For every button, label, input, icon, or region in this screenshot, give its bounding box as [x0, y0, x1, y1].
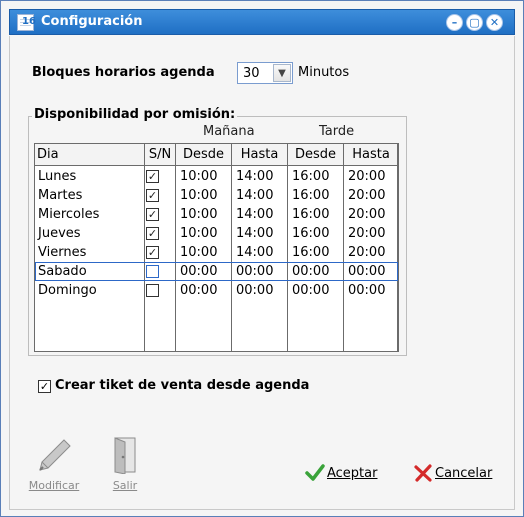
calendar-icon: 16: [17, 14, 36, 31]
dia-cell[interactable]: Miercoles: [38, 205, 99, 224]
minimize-icon[interactable]: –: [446, 14, 463, 31]
close-icon[interactable]: ✕: [486, 14, 503, 31]
bloques-value: 30: [243, 66, 260, 81]
red-x-icon: [414, 464, 432, 482]
door-icon: [114, 437, 136, 474]
tarde-hasta-cell[interactable]: 20:00: [344, 243, 398, 262]
manana-hasta-cell[interactable]: 00:00: [232, 262, 287, 281]
manana-desde-cell[interactable]: 10:00: [176, 205, 231, 224]
manana-hasta-cell[interactable]: 14:00: [232, 224, 287, 243]
sn-checkbox[interactable]: [146, 265, 159, 278]
pen-icon: [39, 439, 71, 471]
manana-desde-cell[interactable]: 10:00: [176, 186, 231, 205]
table-row[interactable]: Lunes ✓ 10:00 14:00 16:00 20:00: [35, 167, 398, 186]
modificar-button[interactable]: Modificar: [28, 436, 80, 496]
manana-hasta-cell[interactable]: 14:00: [232, 186, 287, 205]
manana-desde-cell[interactable]: 10:00: [176, 224, 231, 243]
tarde-hasta-cell[interactable]: 00:00: [344, 281, 398, 300]
chevron-down-icon[interactable]: ▼: [273, 64, 291, 82]
tarde-desde-cell[interactable]: 16:00: [288, 243, 343, 262]
calendar-icon-number: 16: [22, 16, 36, 27]
bloques-combo[interactable]: 30 ▼: [237, 62, 293, 84]
dia-cell[interactable]: Domingo: [38, 281, 97, 300]
tarde-desde-cell[interactable]: 16:00: [288, 224, 343, 243]
tarde-hasta-cell[interactable]: 20:00: [344, 186, 398, 205]
dia-cell[interactable]: Lunes: [38, 167, 76, 186]
dia-cell[interactable]: Viernes: [38, 243, 86, 262]
title-bar[interactable]: 16 Configuración – ▢ ✕: [9, 9, 515, 35]
manana-hasta-cell[interactable]: 14:00: [232, 243, 287, 262]
salir-button[interactable]: Salir: [104, 436, 146, 496]
minutos-label: Minutos: [298, 65, 350, 80]
tarde-desde-cell[interactable]: 00:00: [288, 262, 343, 281]
crear-ticket-label: Crear tiket de venta desde agenda: [55, 378, 310, 393]
sn-checkbox[interactable]: [146, 284, 159, 297]
tarde-desde-cell[interactable]: 16:00: [288, 205, 343, 224]
manana-hasta-cell[interactable]: 14:00: [232, 205, 287, 224]
col-header-sn[interactable]: S/N: [145, 144, 175, 166]
manana-desde-cell[interactable]: 00:00: [176, 281, 231, 300]
window-title: Configuración: [41, 14, 143, 29]
tarde-desde-cell[interactable]: 00:00: [288, 281, 343, 300]
table-row[interactable]: Domingo 00:00 00:00 00:00 00:00: [35, 281, 398, 300]
tarde-hasta-cell[interactable]: 00:00: [344, 262, 398, 281]
sn-checkbox[interactable]: ✓: [146, 208, 159, 221]
table-row[interactable]: Jueves ✓ 10:00 14:00 16:00 20:00: [35, 224, 398, 243]
col-header-dia[interactable]: Dia: [35, 144, 144, 166]
manana-desde-cell[interactable]: 10:00: [176, 167, 231, 186]
tarde-hasta-cell[interactable]: 20:00: [344, 224, 398, 243]
bloques-label: Bloques horarios agenda: [32, 65, 215, 80]
table-row[interactable]: Miercoles ✓ 10:00 14:00 16:00 20:00: [35, 205, 398, 224]
disponibilidad-title: Disponibilidad por omisión:: [32, 107, 238, 122]
crear-ticket-checkbox[interactable]: ✓: [38, 380, 51, 393]
col-header-tarde-desde[interactable]: Desde: [288, 144, 343, 166]
manana-header: Mañana: [203, 124, 255, 139]
manana-desde-cell[interactable]: 10:00: [176, 243, 231, 262]
green-check-icon: [305, 464, 325, 481]
modificar-label: Modificar: [28, 479, 80, 492]
manana-hasta-cell[interactable]: 14:00: [232, 167, 287, 186]
dia-cell[interactable]: Martes: [38, 186, 82, 205]
tarde-desde-cell[interactable]: 16:00: [288, 186, 343, 205]
table-row[interactable]: Martes ✓ 10:00 14:00 16:00 20:00: [35, 186, 398, 205]
tarde-desde-cell[interactable]: 16:00: [288, 167, 343, 186]
table-row[interactable]: Viernes ✓ 10:00 14:00 16:00 20:00: [35, 243, 398, 262]
col-header-manana-desde[interactable]: Desde: [176, 144, 231, 166]
sn-checkbox[interactable]: ✓: [146, 189, 159, 202]
table-row[interactable]: Sabado 00:00 00:00 00:00 00:00: [35, 262, 398, 281]
cancelar-label: Cancelar: [435, 466, 493, 481]
manana-desde-cell[interactable]: 00:00: [176, 262, 231, 281]
col-header-tarde-hasta[interactable]: Hasta: [344, 144, 398, 166]
dia-cell[interactable]: Sabado: [38, 262, 87, 281]
manana-hasta-cell[interactable]: 00:00: [232, 281, 287, 300]
sn-checkbox[interactable]: ✓: [146, 246, 159, 259]
schedule-grid[interactable]: Dia S/N Desde Hasta Desde Hasta Lunes ✓ 10…: [34, 143, 399, 352]
aceptar-label: Aceptar: [327, 466, 378, 481]
tarde-hasta-cell[interactable]: 20:00: [344, 205, 398, 224]
sn-checkbox[interactable]: ✓: [146, 227, 159, 240]
maximize-icon[interactable]: ▢: [466, 14, 483, 31]
dia-cell[interactable]: Jueves: [38, 224, 81, 243]
tarde-header: Tarde: [319, 124, 355, 139]
tarde-hasta-cell[interactable]: 20:00: [344, 167, 398, 186]
sn-checkbox[interactable]: ✓: [146, 170, 159, 183]
salir-label: Salir: [112, 479, 138, 492]
col-header-manana-hasta[interactable]: Hasta: [232, 144, 287, 166]
